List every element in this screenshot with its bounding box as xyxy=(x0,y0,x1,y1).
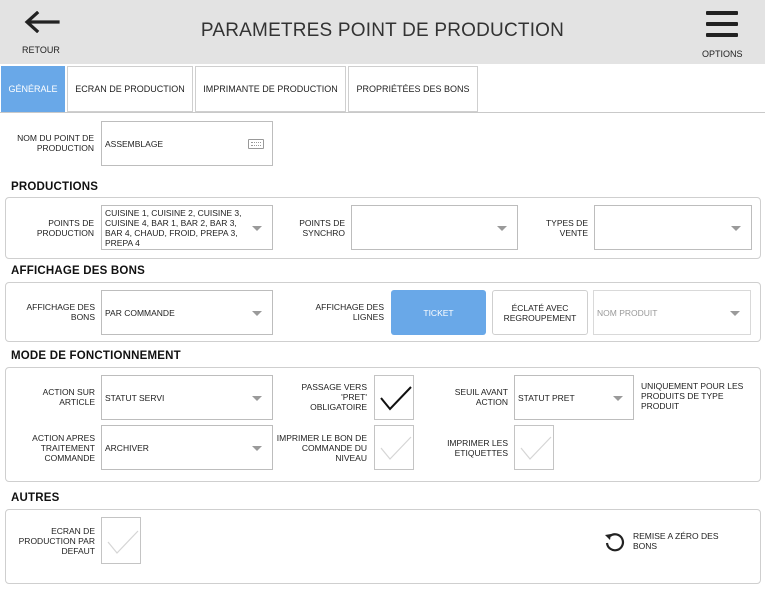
action-article-value: STATUT SERVI xyxy=(105,392,165,403)
action-article-select[interactable]: STATUT SERVI xyxy=(101,375,273,420)
seuil-action-label: SEUIL AVANT ACTION xyxy=(454,387,508,407)
chevron-down-icon xyxy=(731,225,741,231)
section-title-productions: PRODUCTIONS xyxy=(11,181,99,193)
options-button[interactable]: OPTIONS xyxy=(696,10,756,62)
chevron-down-icon xyxy=(252,395,262,401)
action-apres-select[interactable]: ARCHIVER xyxy=(101,425,273,470)
points-production-select[interactable]: CUISINE 1, CUISINE 2, CUISINE 3, CUISINE… xyxy=(101,205,273,250)
name-label: NOM DU POINT DE PRODUCTION xyxy=(17,133,94,153)
back-label: RETOUR xyxy=(22,45,60,55)
affichage-bons-select[interactable]: PAR COMMANDE xyxy=(101,290,273,335)
action-apres-label: ACTION APRES TRAITEMENT COMMANDE xyxy=(32,433,95,463)
reset-bons-label: REMISE A ZÉRO DES BONS xyxy=(633,531,719,551)
reset-icon xyxy=(605,533,625,552)
checkmark-icon xyxy=(520,436,552,460)
action-article-label: ACTION SUR ARTICLE xyxy=(42,387,95,407)
passage-pret-checkbox[interactable] xyxy=(374,375,414,420)
seuil-action-value: STATUT PRET xyxy=(518,392,575,403)
reset-bons-button[interactable]: REMISE A ZÉRO DES BONS xyxy=(603,528,743,556)
page-title: PARAMETRES POINT DE PRODUCTION xyxy=(200,20,565,41)
keyboard-icon[interactable] xyxy=(248,138,264,149)
affichage-bons-label: AFFICHAGE DES BONS xyxy=(26,302,95,322)
ticket-button[interactable]: TICKET xyxy=(391,290,486,335)
nom-produit-placeholder: NOM PRODUIT xyxy=(597,307,658,318)
passage-pret-label: PASSAGE VERS 'PRET' OBLIGATOIRE xyxy=(301,382,367,412)
chevron-down-icon xyxy=(252,310,262,316)
chevron-down-icon xyxy=(252,445,262,451)
points-production-label: POINTS DE PRODUCTION xyxy=(36,218,94,238)
header-bar: RETOUR PARAMETRES POINT DE PRODUCTION OP… xyxy=(0,0,765,64)
ecran-defaut-checkbox[interactable] xyxy=(101,517,141,564)
ecran-defaut-label: ECRAN DE PRODUCTION PAR DEFAUT xyxy=(18,526,95,556)
points-production-value: CUISINE 1, CUISINE 2, CUISINE 3, CUISINE… xyxy=(105,207,242,248)
tab-generale[interactable]: GÉNÉRALE xyxy=(1,66,65,112)
tab-bar: GÉNÉRALE ECRAN DE PRODUCTION IMPRIMANTE … xyxy=(0,64,765,113)
seuil-note: UNIQUEMENT POUR LES PRODUITS DE TYPE PRO… xyxy=(641,381,744,411)
checkmark-icon xyxy=(380,436,412,460)
points-synchro-label: POINTS DE SYNCHRO xyxy=(299,218,345,238)
affichage-lignes-label: AFFICHAGE DES LIGNES xyxy=(315,302,384,322)
action-apres-value: ARCHIVER xyxy=(105,442,149,453)
options-label: OPTIONS xyxy=(702,49,743,59)
tab-ecran-de-production[interactable]: ECRAN DE PRODUCTION xyxy=(67,66,193,112)
checkmark-icon xyxy=(380,386,412,411)
section-title-affichage: AFFICHAGE DES BONS xyxy=(11,265,145,277)
types-vente-select[interactable] xyxy=(594,205,752,250)
imprimer-bon-label: IMPRIMER LE BON DE COMMANDE DU NIVEAU xyxy=(276,433,367,463)
section-title-autres: AUTRES xyxy=(11,492,60,504)
checkmark-icon xyxy=(107,530,139,554)
affichage-bons-value: PAR COMMANDE xyxy=(105,307,175,318)
nom-produit-select[interactable]: NOM PRODUIT xyxy=(593,290,751,335)
types-vente-label: TYPES DE VENTE xyxy=(545,218,588,238)
imprimer-etiquettes-checkbox[interactable] xyxy=(514,425,554,470)
chevron-down-icon xyxy=(252,225,262,231)
imprimer-bon-checkbox[interactable] xyxy=(374,425,414,470)
section-title-mode: MODE DE FONCTIONNEMENT xyxy=(11,350,181,362)
name-value: ASSEMBLAGE xyxy=(105,138,164,149)
imprimer-etiquettes-label: IMPRIMER LES ETIQUETTES xyxy=(447,438,508,458)
seuil-action-select[interactable]: STATUT PRET xyxy=(514,375,634,420)
points-synchro-select[interactable] xyxy=(351,205,518,250)
name-field[interactable]: ASSEMBLAGE xyxy=(101,121,273,166)
chevron-down-icon xyxy=(613,395,623,401)
eclate-regroupement-button[interactable]: ÉCLATÉ AVEC REGROUPEMENT xyxy=(492,290,588,335)
tab-imprimante-de-production[interactable]: IMPRIMANTE DE PRODUCTION xyxy=(195,66,346,112)
chevron-down-icon xyxy=(497,225,507,231)
tab-proprietees-des-bons[interactable]: PROPRIÉTÉES DES BONS xyxy=(348,66,478,112)
chevron-down-icon xyxy=(730,310,740,316)
